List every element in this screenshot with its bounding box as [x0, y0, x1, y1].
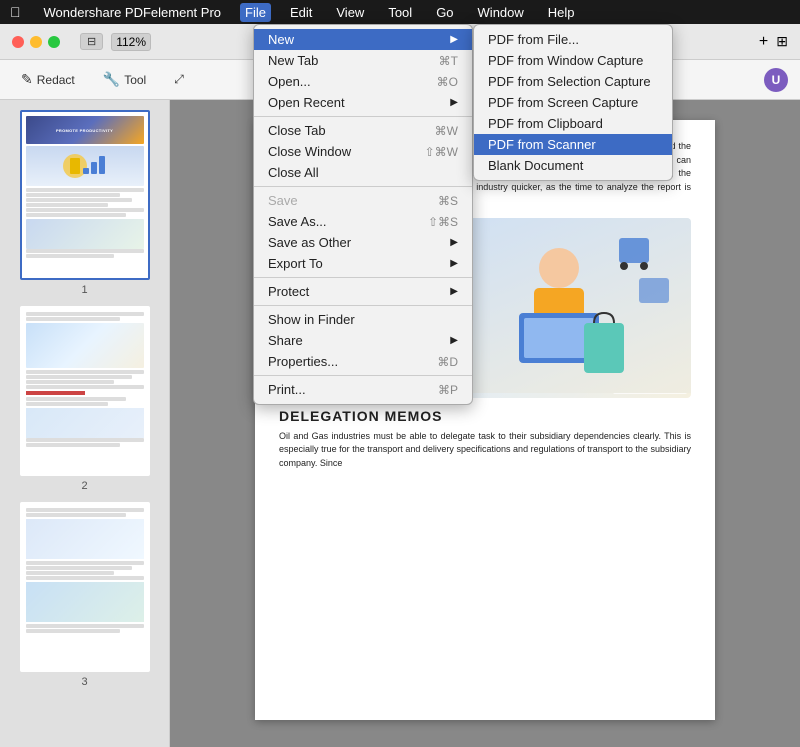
thumbnail-num-3: 3: [81, 676, 87, 688]
sidebar-thumbnails: PROMOTE PRODUCTIVITY: [0, 100, 170, 747]
menu-item-share[interactable]: Share ▶: [254, 330, 472, 351]
thumb-text-1: [26, 188, 144, 192]
doc-paragraph-4: Oil and Gas industries must be able to d…: [279, 430, 691, 471]
menu-item-show-finder[interactable]: Show in Finder: [254, 309, 472, 330]
tool-label: Tool: [124, 73, 146, 87]
menubar-file[interactable]: File: [240, 3, 271, 22]
thumbnail-3[interactable]: 3: [10, 502, 159, 688]
doc-heading-2: DELEGATION MEMOS: [279, 408, 691, 424]
shortcut-open: ⌘O: [437, 75, 458, 89]
traffic-lights: [12, 36, 60, 48]
thumbnail-image-2: [20, 306, 150, 476]
menu-item-protect[interactable]: Protect ▶: [254, 281, 472, 302]
menu-separator-3: [254, 277, 472, 278]
shortcut-close-window: ⇧⌘W: [425, 145, 458, 159]
menubar-help[interactable]: Help: [543, 3, 580, 22]
expand-icon: ⤢: [174, 72, 184, 87]
menubar-go[interactable]: Go: [431, 3, 458, 22]
menu-item-open-recent[interactable]: Open Recent ▶: [254, 92, 472, 113]
shortcut-properties: ⌘D: [437, 355, 458, 369]
thumb-img-3b: [26, 519, 144, 559]
shortcut-new-tab: ⌘T: [439, 54, 458, 68]
menubar-window[interactable]: Window: [473, 3, 529, 22]
menu-item-properties[interactable]: Properties... ⌘D: [254, 351, 472, 372]
tool-button[interactable]: 🔧 Tool: [94, 66, 155, 93]
menubar-view[interactable]: View: [331, 3, 369, 22]
redact-label: Redact: [37, 73, 75, 87]
thumb-img-3: [26, 408, 144, 438]
submenu-arrow-share: ▶: [450, 335, 458, 346]
thumb-highlight-2: [26, 391, 85, 395]
menu-item-close-tab[interactable]: Close Tab ⌘W: [254, 120, 472, 141]
submenu-arrow-new: ▶: [450, 34, 458, 45]
grid-view-icon[interactable]: ⊞: [776, 33, 788, 50]
menu-separator-5: [254, 375, 472, 376]
menu-item-new[interactable]: New ▶: [254, 29, 472, 50]
submenu-arrow-recent: ▶: [450, 97, 458, 108]
submenu-item-window-capture[interactable]: PDF from Window Capture: [474, 50, 672, 71]
zoom-selector[interactable]: 112%: [111, 33, 151, 51]
submenu-item-screen-capture[interactable]: PDF from Screen Capture: [474, 92, 672, 113]
shortcut-save: ⌘S: [438, 194, 458, 208]
menu-item-close-window[interactable]: Close Window ⇧⌘W: [254, 141, 472, 162]
shortcut-print: ⌘P: [438, 383, 458, 397]
sidebar-toggle-button[interactable]: ⊟: [80, 33, 103, 50]
menu-item-save-as[interactable]: Save As... ⇧⌘S: [254, 211, 472, 232]
menubar:  Wondershare PDFelement Pro File Edit V…: [0, 0, 800, 24]
menu-item-save-other[interactable]: Save as Other ▶: [254, 232, 472, 253]
submenu-arrow-protect: ▶: [450, 286, 458, 297]
thumb-img-3c: [26, 582, 144, 622]
menu-separator-4: [254, 305, 472, 306]
submenu-arrow-save-other: ▶: [450, 237, 458, 248]
menu-item-print[interactable]: Print... ⌘P: [254, 379, 472, 400]
thumbnail-1[interactable]: PROMOTE PRODUCTIVITY: [10, 110, 159, 296]
redact-icon: ✎: [21, 71, 33, 88]
thumb-header-1: PROMOTE PRODUCTIVITY: [26, 116, 144, 144]
thumbnail-num-1: 1: [81, 284, 87, 296]
thumb-chart-1: [26, 219, 144, 249]
apple-menu[interactable]: : [10, 4, 21, 20]
file-menu[interactable]: New ▶ New Tab ⌘T Open... ⌘O Open Recent …: [253, 24, 473, 405]
submenu-item-selection-capture[interactable]: PDF from Selection Capture: [474, 71, 672, 92]
menu-item-open[interactable]: Open... ⌘O: [254, 71, 472, 92]
thumb-img-1: [26, 146, 144, 186]
thumb-img-2: [26, 323, 144, 368]
submenu-arrow-export: ▶: [450, 258, 458, 269]
redact-button[interactable]: ✎ Redact: [12, 66, 84, 93]
menu-item-new-tab[interactable]: New Tab ⌘T: [254, 50, 472, 71]
close-button[interactable]: [12, 36, 24, 48]
thumbnail-image-1: PROMOTE PRODUCTIVITY: [20, 110, 150, 280]
thumbnail-2[interactable]: 2: [10, 306, 159, 492]
user-avatar[interactable]: U: [764, 68, 788, 92]
titlebar-controls: ⊟ 112%: [80, 33, 151, 51]
thumbnail-image-3: [20, 502, 150, 672]
menu-item-close-all[interactable]: Close All: [254, 162, 472, 183]
submenu-item-clipboard[interactable]: PDF from Clipboard: [474, 113, 672, 134]
thumbnail-num-2: 2: [81, 480, 87, 492]
new-tab-icon[interactable]: +: [759, 33, 768, 51]
tool-icon: 🔧: [103, 71, 120, 88]
maximize-button[interactable]: [48, 36, 60, 48]
minimize-button[interactable]: [30, 36, 42, 48]
submenu-item-blank[interactable]: Blank Document: [474, 155, 672, 176]
new-submenu[interactable]: PDF from File... PDF from Window Capture…: [473, 24, 673, 181]
menu-separator-1: [254, 116, 472, 117]
shortcut-close-tab: ⌘W: [435, 124, 458, 138]
submenu-item-pdf-file[interactable]: PDF from File...: [474, 29, 672, 50]
menu-separator-2: [254, 186, 472, 187]
menu-item-save: Save ⌘S: [254, 190, 472, 211]
menu-item-export[interactable]: Export To ▶: [254, 253, 472, 274]
titlebar-right: + ⊞: [759, 33, 788, 51]
menubar-wondershare[interactable]: Wondershare PDFelement Pro: [39, 3, 227, 22]
submenu-item-scanner[interactable]: PDF from Scanner: [474, 134, 672, 155]
expand-button[interactable]: ⤢: [165, 67, 193, 92]
shortcut-save-as: ⇧⌘S: [428, 215, 458, 229]
menubar-edit[interactable]: Edit: [285, 3, 317, 22]
menubar-tool[interactable]: Tool: [383, 3, 417, 22]
